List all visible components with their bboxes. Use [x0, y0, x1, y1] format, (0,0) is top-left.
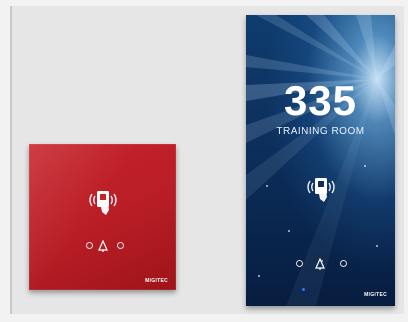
nfc-card-icon	[87, 188, 119, 223]
status-dot-icon	[340, 260, 347, 267]
led-indicator	[302, 288, 305, 291]
red-doorbell-panel: MIGITEC	[29, 144, 176, 290]
brand-logo: MIGITEC	[364, 292, 387, 298]
room-number: 335	[283, 77, 358, 124]
bell-icon[interactable]	[98, 239, 108, 257]
status-dot-icon	[296, 260, 303, 267]
status-dot-icon	[86, 242, 93, 249]
room-name: TRAINING ROOM	[276, 126, 365, 137]
status-dot-icon	[117, 242, 124, 249]
bell-icon[interactable]	[315, 257, 325, 275]
blue-room-sign-panel: 335 TRAINING ROOM MIGITEC	[246, 15, 395, 306]
nfc-card-icon	[305, 175, 337, 210]
brand-logo: MIGITEC	[145, 278, 168, 284]
